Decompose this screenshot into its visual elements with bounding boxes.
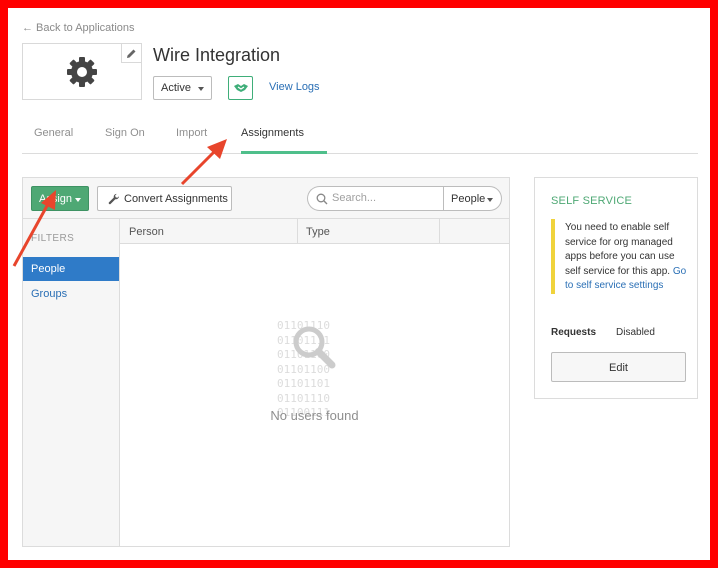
chevron-down-icon xyxy=(75,198,81,202)
view-logs-link[interactable]: View Logs xyxy=(269,81,320,93)
filters-heading: FILTERS xyxy=(31,233,75,244)
tab-general[interactable]: General xyxy=(34,127,73,139)
self-service-message: You need to enable self service for org … xyxy=(565,222,675,277)
app-settings-page: ← Back to Applications Wire Integration … xyxy=(8,8,710,560)
status-dropdown[interactable]: Active xyxy=(153,76,212,100)
assignments-toolbar: Assign Convert Assignments People xyxy=(23,178,509,219)
search-box xyxy=(307,186,444,211)
chevron-down-icon xyxy=(487,198,493,202)
edit-button[interactable]: Edit xyxy=(551,352,686,382)
filter-people[interactable]: People xyxy=(23,257,119,281)
requests-label: Requests xyxy=(551,327,597,338)
self-service-panel: SELF SERVICE You need to enable self ser… xyxy=(534,177,698,399)
tab-sign-on[interactable]: Sign On xyxy=(105,127,145,139)
status-value: Active xyxy=(161,82,191,94)
search-scope-dropdown[interactable]: People xyxy=(443,186,502,211)
assignments-panel: Assign Convert Assignments People xyxy=(22,177,510,547)
assign-label: Assign xyxy=(39,193,73,205)
app-title: Wire Integration xyxy=(153,45,281,65)
back-to-applications-link[interactable]: ← Back to Applications xyxy=(22,22,135,34)
active-tab-indicator xyxy=(241,151,327,154)
wrench-icon xyxy=(108,193,120,205)
tab-import[interactable]: Import xyxy=(176,127,207,139)
handshake-button[interactable] xyxy=(228,76,253,100)
self-service-title: SELF SERVICE xyxy=(551,195,633,207)
pencil-icon xyxy=(127,49,136,58)
empty-state-message: No users found xyxy=(270,408,359,423)
search-icon xyxy=(316,193,328,205)
search-input[interactable] xyxy=(332,192,437,204)
column-type[interactable]: Type xyxy=(306,226,330,238)
app-logo xyxy=(22,43,142,100)
filters-sidebar: FILTERS People Groups xyxy=(23,219,120,546)
column-person[interactable]: Person xyxy=(129,226,164,238)
app-tabs: General Sign On Import Assignments xyxy=(22,118,698,154)
tab-assignments[interactable]: Assignments xyxy=(241,127,304,139)
column-divider xyxy=(439,219,440,244)
edit-logo-button[interactable] xyxy=(121,44,141,63)
handshake-icon xyxy=(233,84,248,92)
chevron-down-icon xyxy=(198,87,204,91)
column-divider xyxy=(297,219,298,244)
magnifier-icon xyxy=(293,326,336,369)
table-header: Person Type xyxy=(120,219,509,244)
filter-groups[interactable]: Groups xyxy=(23,282,119,306)
requests-value: Disabled xyxy=(616,327,655,338)
search-scope-value: People xyxy=(451,193,486,205)
convert-assignments-label: Convert Assignments xyxy=(124,193,228,205)
self-service-notice: You need to enable self service for org … xyxy=(551,219,689,294)
gear-icon xyxy=(67,57,97,87)
assign-button[interactable]: Assign xyxy=(31,186,89,211)
assignments-table: Person Type 01101110 01101111 01101100 0… xyxy=(120,219,509,546)
convert-assignments-button[interactable]: Convert Assignments xyxy=(97,186,232,211)
